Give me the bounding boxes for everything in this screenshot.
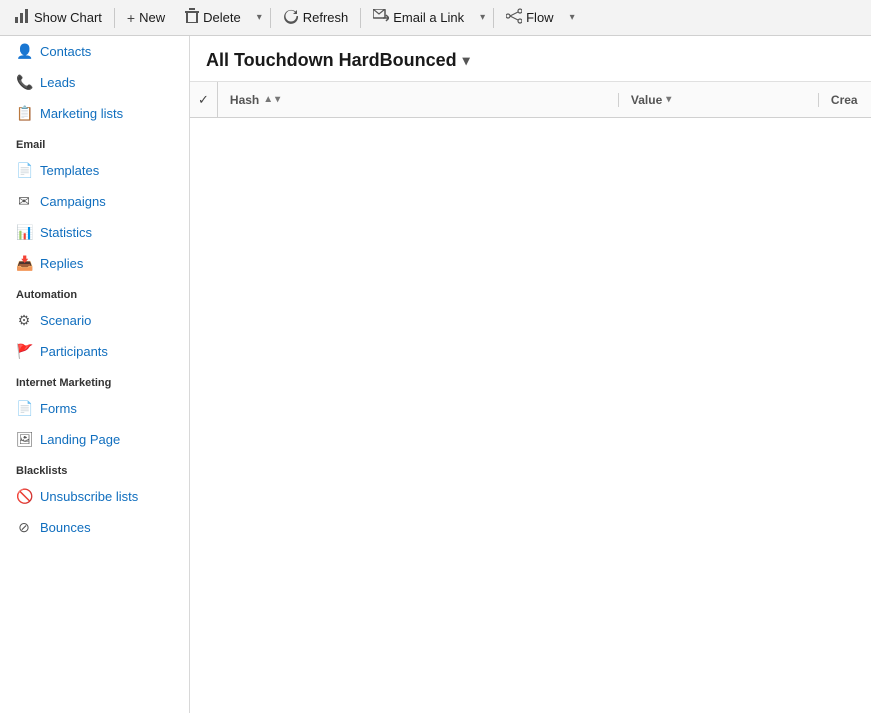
title-dropdown-icon[interactable]: ▾	[463, 52, 470, 69]
participants-icon: 🚩	[16, 343, 32, 360]
sidebar-group-main: 👤 Contacts 📞 Leads 📋 Marketing lists	[0, 36, 189, 129]
leads-icon: 📞	[16, 74, 32, 91]
sidebar-group-blacklists: Blacklists 🚫 Unsubscribe lists ⊘ Bounces	[0, 455, 189, 543]
sidebar-item-participants[interactable]: 🚩 Participants	[0, 336, 189, 367]
sidebar-item-templates[interactable]: 📄 Templates	[0, 155, 189, 186]
replies-icon: 📥	[16, 255, 32, 272]
table-col-value: Value ▾	[618, 93, 818, 107]
hash-sort-desc[interactable]: ▾	[275, 94, 280, 105]
sidebar-item-forms-label: Forms	[40, 401, 77, 416]
contacts-icon: 👤	[16, 43, 32, 60]
plus-icon: +	[127, 10, 135, 26]
automation-section-label: Automation	[0, 279, 189, 305]
sidebar-item-scenario-label: Scenario	[40, 313, 91, 328]
sidebar-item-campaigns[interactable]: ✉ Campaigns	[0, 186, 189, 217]
sidebar-item-landing-page[interactable]: 🖼 Landing Page	[0, 424, 189, 455]
templates-icon: 📄	[16, 162, 32, 179]
check-icon[interactable]: ✓	[198, 92, 209, 108]
delete-button[interactable]: Delete	[175, 0, 251, 35]
sidebar-item-templates-label: Templates	[40, 163, 99, 178]
table-header: ✓ Hash ▲ ▾ Value ▾ Crea	[190, 82, 871, 118]
sidebar-item-contacts-label: Contacts	[40, 44, 91, 59]
separator-1	[114, 8, 115, 28]
hash-column-label: Hash	[230, 93, 259, 107]
sidebar-item-scenario[interactable]: ⚙ Scenario	[0, 305, 189, 336]
chart-icon	[14, 8, 30, 27]
sidebar-group-automation: Automation ⚙ Scenario 🚩 Participants	[0, 279, 189, 367]
sidebar-group-internet-marketing: Internet Marketing 📄 Forms 🖼 Landing Pag…	[0, 367, 189, 455]
unsubscribe-lists-icon: 🚫	[16, 488, 32, 505]
flow-label: Flow	[526, 10, 553, 25]
email-link-dropdown-button[interactable]: ▾	[474, 0, 491, 35]
show-chart-label: Show Chart	[34, 10, 102, 25]
sidebar-item-statistics[interactable]: 📊 Statistics	[0, 217, 189, 248]
refresh-button[interactable]: Refresh	[273, 0, 359, 35]
refresh-label: Refresh	[303, 10, 349, 25]
email-section-label: Email	[0, 129, 189, 155]
sidebar-item-replies-label: Replies	[40, 256, 83, 271]
landing-page-icon: 🖼	[16, 431, 32, 448]
show-chart-button[interactable]: Show Chart	[4, 0, 112, 35]
trash-icon	[185, 8, 199, 27]
sidebar-item-contacts[interactable]: 👤 Contacts	[0, 36, 189, 67]
sidebar-item-campaigns-label: Campaigns	[40, 194, 106, 209]
table-col-created: Crea	[818, 93, 871, 107]
separator-4	[493, 8, 494, 28]
sidebar-item-unsubscribe-lists[interactable]: 🚫 Unsubscribe lists	[0, 481, 189, 512]
sidebar-item-forms[interactable]: 📄 Forms	[0, 393, 189, 424]
sidebar-item-marketing-lists-label: Marketing lists	[40, 106, 123, 121]
forms-icon: 📄	[16, 400, 32, 417]
marketing-lists-icon: 📋	[16, 105, 32, 122]
statistics-icon: 📊	[16, 224, 32, 241]
toolbar: Show Chart + New Delete ▾ Refresh	[0, 0, 871, 36]
content-title: All Touchdown HardBounced ▾	[206, 50, 470, 71]
flow-dropdown-button[interactable]: ▾	[564, 0, 581, 35]
hash-sort-arrows: ▲ ▾	[263, 94, 280, 105]
new-label: New	[139, 10, 165, 25]
sidebar-item-landing-page-label: Landing Page	[40, 432, 120, 447]
content-header: All Touchdown HardBounced ▾	[190, 36, 871, 82]
value-sort-desc[interactable]: ▾	[666, 94, 671, 105]
sidebar-group-email: Email 📄 Templates ✉ Campaigns 📊 Statisti…	[0, 129, 189, 279]
delete-label: Delete	[203, 10, 241, 25]
sidebar-scroll: 👤 Contacts 📞 Leads 📋 Marketing lists Ema…	[0, 36, 189, 713]
email-link-label: Email a Link	[393, 10, 464, 25]
email-link-button[interactable]: Email a Link	[363, 0, 474, 35]
new-button[interactable]: + New	[117, 0, 175, 35]
content-title-text: All Touchdown HardBounced	[206, 50, 457, 71]
table-body	[190, 118, 871, 713]
delete-dropdown-button[interactable]: ▾	[251, 0, 268, 35]
value-column-label: Value	[631, 93, 662, 107]
sidebar-item-replies[interactable]: 📥 Replies	[0, 248, 189, 279]
content-area: All Touchdown HardBounced ▾ ✓ Hash ▲ ▾ V…	[190, 36, 871, 713]
sidebar: 👤 Contacts 📞 Leads 📋 Marketing lists Ema…	[0, 36, 190, 713]
created-column-label: Crea	[831, 93, 858, 107]
flow-icon	[506, 8, 522, 27]
sidebar-item-participants-label: Participants	[40, 344, 108, 359]
sidebar-item-statistics-label: Statistics	[40, 225, 92, 240]
blacklists-section-label: Blacklists	[0, 455, 189, 481]
main-area: 👤 Contacts 📞 Leads 📋 Marketing lists Ema…	[0, 36, 871, 713]
sidebar-item-leads[interactable]: 📞 Leads	[0, 67, 189, 98]
internet-marketing-section-label: Internet Marketing	[0, 367, 189, 393]
scenario-icon: ⚙	[16, 312, 32, 329]
table-check-column: ✓	[190, 82, 218, 117]
hash-sort-asc[interactable]: ▲	[263, 94, 273, 105]
campaigns-icon: ✉	[16, 193, 32, 210]
bounces-icon: ⊘	[16, 519, 32, 536]
sidebar-item-leads-label: Leads	[40, 75, 75, 90]
sidebar-item-marketing-lists[interactable]: 📋 Marketing lists	[0, 98, 189, 129]
separator-3	[360, 8, 361, 28]
sidebar-item-bounces-label: Bounces	[40, 520, 91, 535]
refresh-icon	[283, 8, 299, 27]
flow-button[interactable]: Flow	[496, 0, 563, 35]
sidebar-item-bounces[interactable]: ⊘ Bounces	[0, 512, 189, 543]
email-link-icon	[373, 9, 389, 26]
sidebar-item-unsubscribe-lists-label: Unsubscribe lists	[40, 489, 138, 504]
separator-2	[270, 8, 271, 28]
table-col-hash: Hash ▲ ▾	[218, 93, 618, 107]
